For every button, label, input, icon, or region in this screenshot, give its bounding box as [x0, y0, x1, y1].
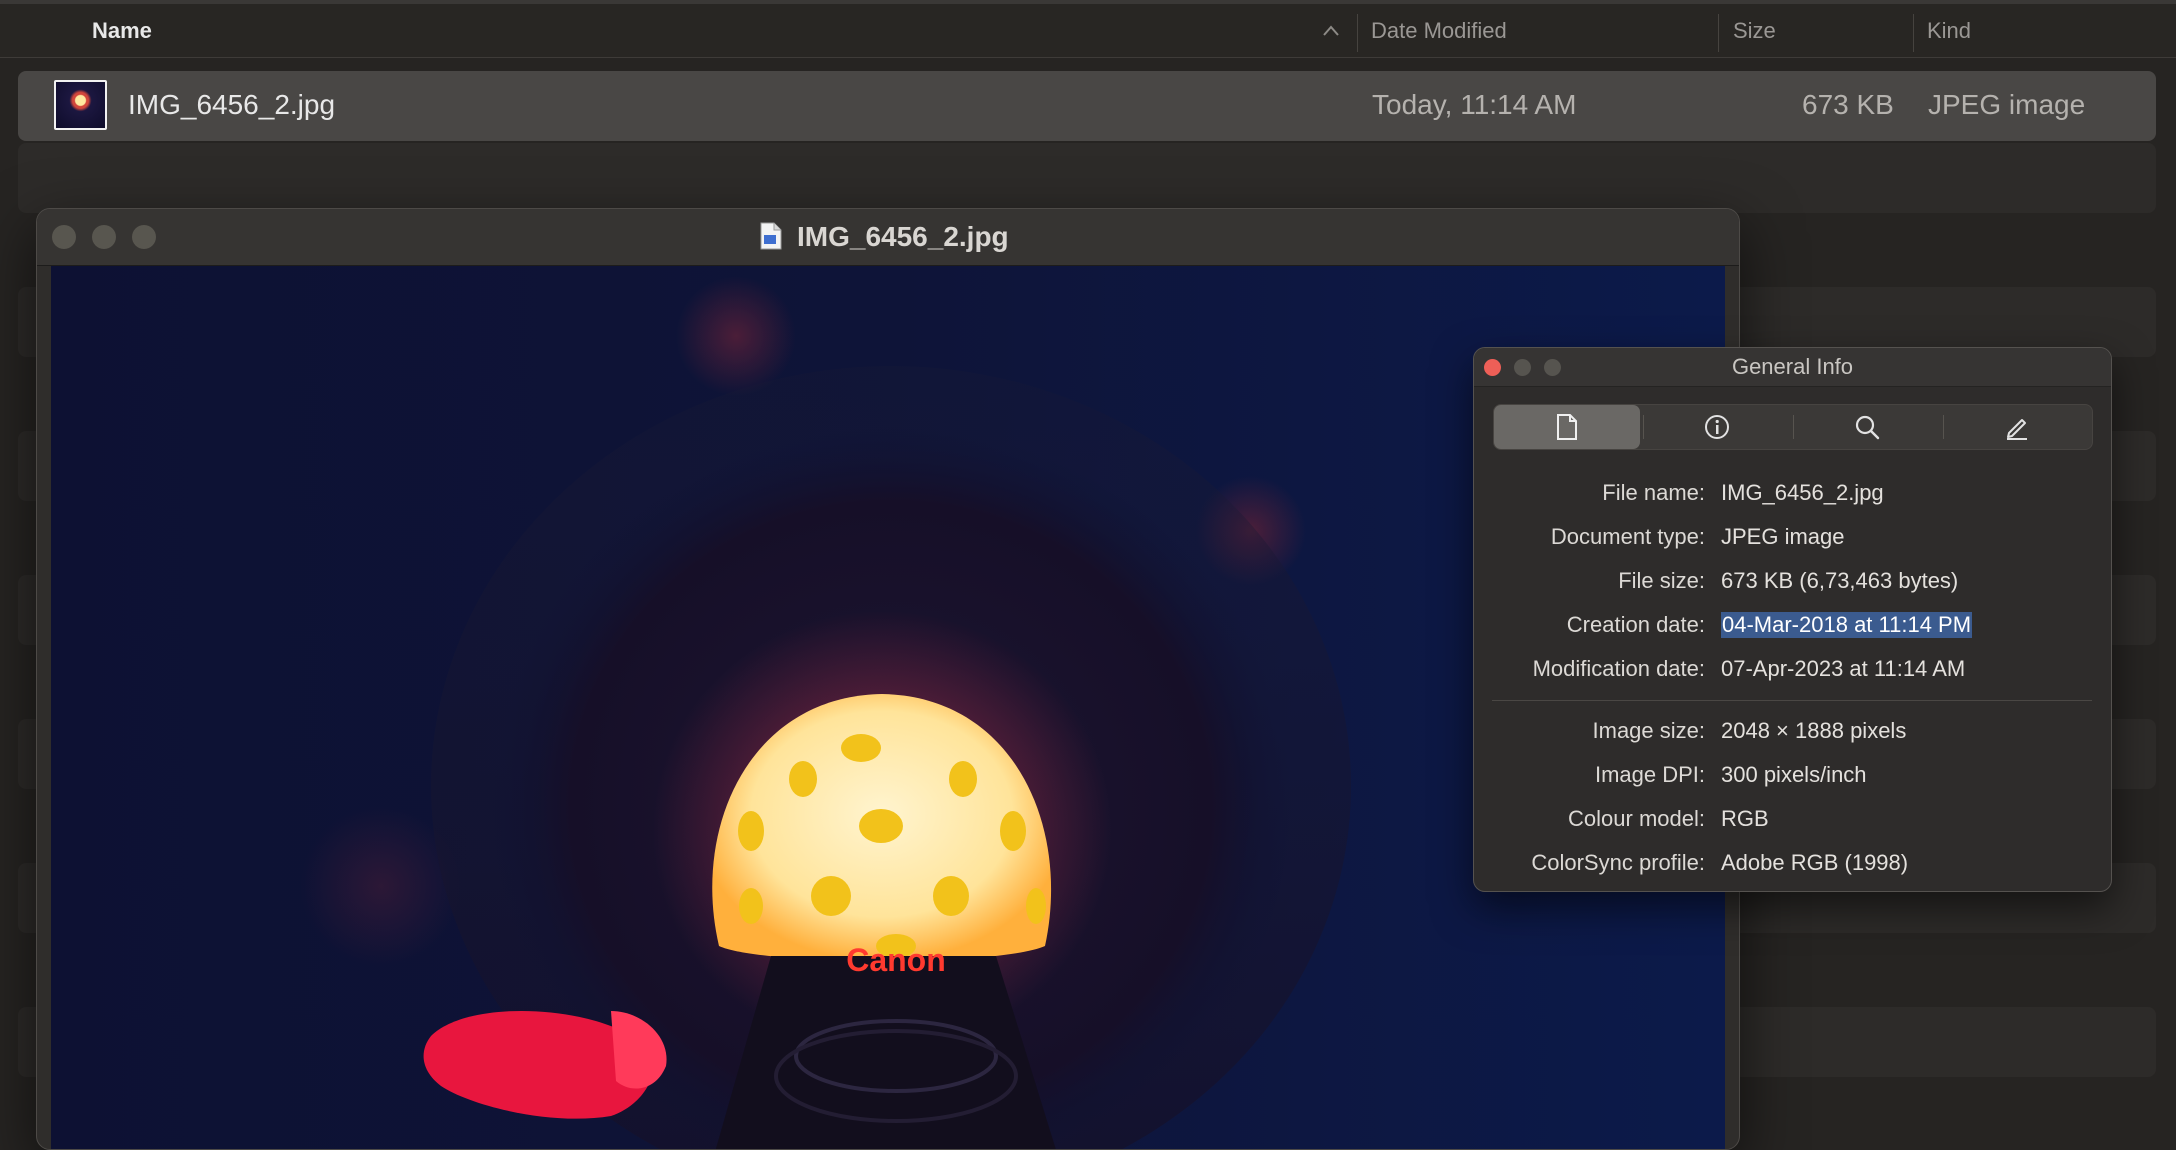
general-info-tab[interactable]	[1494, 405, 1640, 449]
info-circle-icon	[1705, 415, 1729, 439]
document-icon	[1557, 414, 1577, 440]
empty-row	[18, 143, 2156, 213]
keywords-tab[interactable]	[1794, 405, 1940, 449]
info-value: 2048 × 1888 pixels	[1721, 718, 1907, 743]
column-header-date-modified[interactable]: Date Modified	[1371, 18, 1507, 44]
document-icon	[760, 222, 782, 250]
file-name: IMG_6456_2.jpg	[128, 89, 336, 120]
info-row-modification-date: Modification date: 07-Apr-2023 at 11:14 …	[1474, 650, 2111, 690]
image-thumbnail-icon	[54, 80, 107, 130]
info-row-image-size: Image size: 2048 × 1888 pixels	[1474, 712, 2111, 752]
info-row-image-dpi: Image DPI: 300 pixels/inch	[1474, 756, 2111, 796]
info-row-colour-model: Colour model: RGB	[1474, 800, 2111, 840]
info-row-file-size: File size: 673 KB (6,73,463 bytes)	[1474, 562, 2111, 602]
info-value: 07-Apr-2023 at 11:14 AM	[1721, 656, 1966, 681]
info-divider	[1492, 700, 2092, 701]
info-label: Document type:	[1550, 524, 1705, 549]
zoom-icon[interactable]	[132, 225, 156, 249]
sort-ascending-icon[interactable]	[1320, 21, 1342, 41]
column-divider[interactable]	[1357, 14, 1358, 52]
info-value: 673 KB (6,73,463 bytes)	[1721, 568, 1959, 593]
column-divider[interactable]	[1718, 14, 1719, 52]
column-divider[interactable]	[1913, 14, 1914, 52]
info-value: 300 pixels/inch	[1721, 762, 1867, 787]
info-value: JPEG image	[1721, 524, 1845, 549]
close-icon[interactable]	[52, 225, 76, 249]
more-info-tab[interactable]	[1644, 405, 1790, 449]
file-row[interactable]: IMG_6456_2.jpg Today, 11:14 AM 673 KB JP…	[18, 71, 2156, 141]
window-title: IMG_6456_2.jpg	[797, 221, 1009, 252]
info-label: Modification date:	[1532, 656, 1705, 681]
info-label: Image size:	[1592, 718, 1706, 743]
annotations-tab[interactable]	[1944, 405, 2090, 449]
file-kind: JPEG image	[1928, 89, 2086, 120]
info-tab-bar	[1493, 404, 2093, 450]
preview-titlebar[interactable]: IMG_6456_2.jpg	[37, 209, 1739, 266]
info-value: IMG_6456_2.jpg	[1721, 480, 1884, 505]
column-header-name[interactable]: Name	[92, 18, 152, 44]
column-header-size[interactable]: Size	[1733, 18, 1776, 44]
pencil-icon	[2007, 419, 2027, 440]
info-value: RGB	[1721, 806, 1769, 831]
info-label: Colour model:	[1568, 806, 1705, 831]
file-date-modified: Today, 11:14 AM	[1372, 89, 1577, 120]
finder-column-header: Name Date Modified Size Kind	[0, 0, 2176, 58]
info-label: Image DPI:	[1594, 762, 1705, 787]
minimize-icon[interactable]	[92, 225, 116, 249]
info-value-selected[interactable]: 04-Mar-2018 at 11:14 PM	[1721, 612, 1973, 638]
info-label: File size:	[1618, 568, 1705, 593]
info-label: ColorSync profile:	[1531, 850, 1705, 875]
general-info-panel: General Info File name: IMG_6456_2.jpg D…	[1473, 347, 2112, 892]
info-row-document-type: Document type: JPEG image	[1474, 518, 2111, 558]
info-value: Adobe RGB (1998)	[1721, 850, 1909, 875]
info-row-colorsync-profile: ColorSync profile: Adobe RGB (1998)	[1474, 844, 2111, 884]
info-row-creation-date: Creation date: 04-Mar-2018 at 11:14 PM	[1474, 606, 2111, 646]
info-label: File name:	[1602, 480, 1705, 505]
info-label: Creation date:	[1566, 612, 1705, 637]
panel-title: General Info	[1731, 354, 1854, 379]
magnifying-glass-icon	[1855, 415, 1880, 440]
camera-brand-text: Canon	[846, 942, 946, 978]
file-size: 673 KB	[1802, 89, 1894, 120]
info-row-file-name: File name: IMG_6456_2.jpg	[1474, 474, 2111, 514]
column-header-kind[interactable]: Kind	[1927, 18, 1971, 44]
info-titlebar[interactable]: General Info	[1474, 348, 2111, 387]
